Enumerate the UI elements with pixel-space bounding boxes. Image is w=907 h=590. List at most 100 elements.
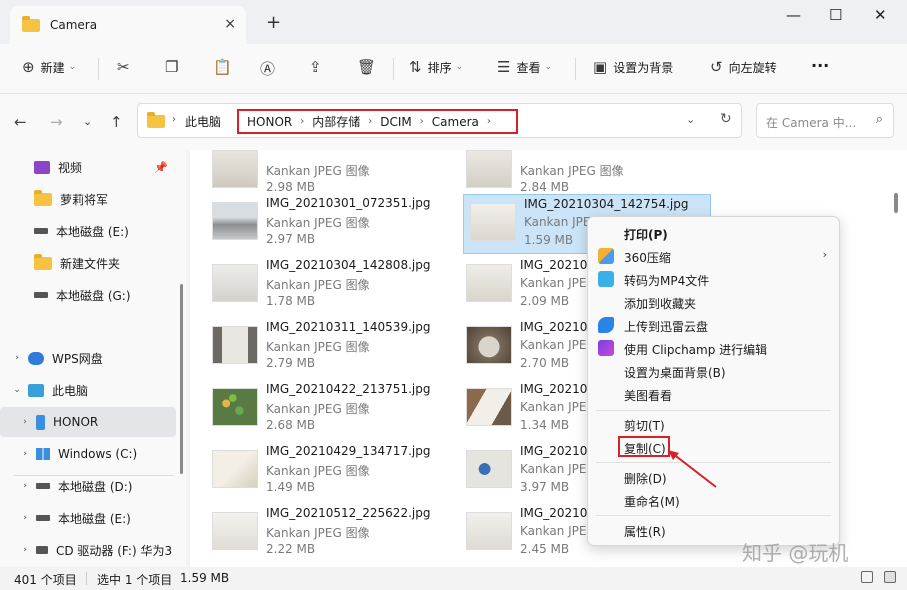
thumbnail (212, 450, 258, 488)
file-name: IMG_20210304_142754.jpg (524, 197, 689, 211)
menu-item-set-desktop-background[interactable]: 设置为桌面背景(B) (588, 360, 839, 383)
tiles-view-icon[interactable] (884, 571, 896, 583)
file-name: IMG_20210301_072351.jpg (266, 196, 431, 210)
file-type: Kankan JPEG (520, 524, 596, 538)
search-input[interactable]: 在 Camera 中... ⌕ (756, 103, 894, 138)
file-type: Kankan JPEG 图像 (266, 216, 370, 230)
file-type: Kankan JPEG (520, 338, 596, 352)
xunlei-icon (598, 317, 614, 333)
chevron-right-icon[interactable]: › (14, 545, 36, 555)
breadcrumb-camera[interactable]: Camera (432, 115, 479, 129)
close-window-icon[interactable]: ✕ (874, 6, 887, 24)
sidebar-scrollbar[interactable] (180, 284, 183, 474)
cd-drive-icon (36, 546, 48, 554)
pin-icon: 📌 (154, 160, 168, 174)
file-item[interactable]: IMG_20210311_140539.jpg Kankan JPEG 图像 2… (206, 318, 436, 378)
sidebar-item-drive-g[interactable]: 本地磁盘 (G:) (0, 280, 176, 310)
sidebar-item-honor[interactable]: › HONOR (0, 407, 176, 437)
chevron-right-icon[interactable]: › (14, 513, 36, 523)
breadcrumb-this-pc[interactable]: 此电脑 (185, 113, 221, 130)
rename-button[interactable]: Ⓐ (260, 58, 281, 79)
minimize-icon[interactable]: — (786, 6, 801, 24)
chevron-down-icon: ⌄ (544, 62, 553, 72)
tab-camera[interactable]: Camera × (10, 6, 246, 44)
forward-icon[interactable]: → (50, 113, 63, 131)
up-icon[interactable]: ↑ (110, 113, 123, 131)
sidebar-item-drive-d[interactable]: › 本地磁盘 (D:) (0, 471, 176, 501)
thumbnail (466, 150, 512, 188)
menu-item-print[interactable]: 打印(P) (588, 222, 839, 245)
file-item[interactable]: IMG_20210301_072351.jpg Kankan JPEG 图像 2… (206, 194, 436, 254)
menu-item-cut[interactable]: 剪切(T) (588, 413, 839, 436)
file-name: IMG_202105 (520, 444, 595, 458)
background-icon: ▣ (593, 58, 608, 76)
selected-count: 选中 1 个项目 (97, 573, 173, 587)
cloud-icon (28, 351, 44, 365)
menu-item-add-favorites[interactable]: 添加到收藏夹 (588, 291, 839, 314)
sidebar-item-cd-drive[interactable]: › CD 驱动器 (F:) 华为3 (0, 535, 176, 565)
folder-icon (34, 189, 52, 206)
breadcrumb-internal-storage[interactable]: 内部存储 (312, 113, 360, 130)
menu-item-meitu[interactable]: 美图看看 (588, 383, 839, 406)
refresh-icon[interactable]: ↻ (720, 111, 732, 127)
chevron-right-icon[interactable]: › (14, 481, 36, 491)
view-icon: ☰ (497, 58, 511, 76)
menu-item-clipchamp[interactable]: 使用 Clipchamp 进行编辑 (588, 337, 839, 360)
file-item[interactable]: IMG_20210304_142808.jpg Kankan JPEG 图像 1… (206, 256, 436, 316)
menu-item-convert-mp4[interactable]: 转码为MP4文件 (588, 268, 839, 291)
menu-item-xunlei-upload[interactable]: 上传到迅雷云盘 (588, 314, 839, 337)
breadcrumb-honor[interactable]: HONOR (247, 115, 292, 129)
sidebar-item-label: 此电脑 (52, 383, 89, 398)
file-item[interactable]: IMG_20210422_213751.jpg Kankan JPEG 图像 2… (206, 380, 436, 440)
folder-icon (147, 112, 165, 128)
sidebar-item-drive-e[interactable]: 本地磁盘 (E:) (0, 216, 176, 246)
file-size: 1.59 MB (524, 233, 574, 247)
sidebar-item-videos[interactable]: 视频 📌 (0, 152, 176, 182)
menu-item-rename[interactable]: 重命名(M) (588, 489, 839, 512)
sidebar-item-new-folder[interactable]: 新建文件夹 (0, 248, 176, 278)
file-item[interactable]: IMG_20210512_225622.jpg Kankan JPEG 图像 2… (206, 504, 436, 564)
divider (575, 58, 576, 80)
new-button[interactable]: ⊕ 新建 ⌄ (22, 58, 76, 76)
file-size: 2.22 MB (266, 542, 316, 556)
rotate-left-button[interactable]: ↺ 向左旋转 (710, 58, 777, 76)
chevron-down-icon[interactable]: ⌄ (6, 385, 28, 395)
set-background-button[interactable]: ▣ 设置为背景 (593, 58, 673, 76)
share-button[interactable]: ⇪ (309, 58, 328, 76)
chevron-right-icon[interactable]: › (14, 449, 36, 459)
file-item[interactable]: IMG_20210429_134717.jpg Kankan JPEG 图像 1… (206, 442, 436, 502)
thumbnail (466, 326, 512, 364)
history-dropdown-icon[interactable]: ⌄ (686, 113, 695, 126)
maximize-icon[interactable]: ☐ (829, 6, 842, 24)
content-scrollbar[interactable] (894, 193, 898, 213)
search-icon: ⌕ (875, 112, 883, 127)
view-label: 查看 (516, 60, 541, 75)
back-icon[interactable]: ← (14, 113, 27, 131)
delete-button[interactable]: 🗑 (357, 58, 382, 76)
file-type: Kankan JPEG 图像 (266, 278, 370, 292)
sidebar-item-folder[interactable]: 萝莉将军 (0, 184, 176, 214)
breadcrumb-dcim[interactable]: DCIM (380, 115, 412, 129)
paste-button[interactable]: 📋 (213, 58, 238, 76)
chevron-right-icon[interactable]: › (14, 417, 36, 427)
thumbnail (466, 450, 512, 488)
sort-button[interactable]: ⇅ 排序 ⌄ (409, 58, 463, 76)
file-name: IMG_202104 (520, 320, 595, 334)
close-tab-icon[interactable]: × (224, 16, 236, 32)
chevron-right-icon[interactable]: › (6, 353, 28, 363)
menu-item-label: 转码为MP4文件 (624, 274, 710, 288)
view-button[interactable]: ☰ 查看 ⌄ (497, 58, 552, 76)
recent-chevron-icon[interactable]: ⌄ (83, 115, 92, 128)
rotate-left-icon: ↺ (710, 58, 723, 76)
sidebar-item-this-pc[interactable]: ⌄ 此电脑 (0, 375, 176, 405)
sidebar-item-drive-e2[interactable]: › 本地磁盘 (E:) (0, 503, 176, 533)
new-tab-icon[interactable]: + (266, 12, 281, 33)
copy-button[interactable]: ❐ (165, 58, 184, 76)
details-view-icon[interactable] (861, 571, 873, 583)
more-button[interactable]: ··· (811, 56, 829, 75)
sidebar-item-wps[interactable]: › WPS网盘 (0, 343, 176, 373)
menu-item-360-compress[interactable]: 360压缩 › (588, 245, 839, 268)
cut-button[interactable]: ✂ (117, 58, 136, 76)
menu-item-delete[interactable]: 删除(D) (588, 466, 839, 489)
sidebar-item-windows-c[interactable]: › Windows (C:) (0, 439, 176, 469)
